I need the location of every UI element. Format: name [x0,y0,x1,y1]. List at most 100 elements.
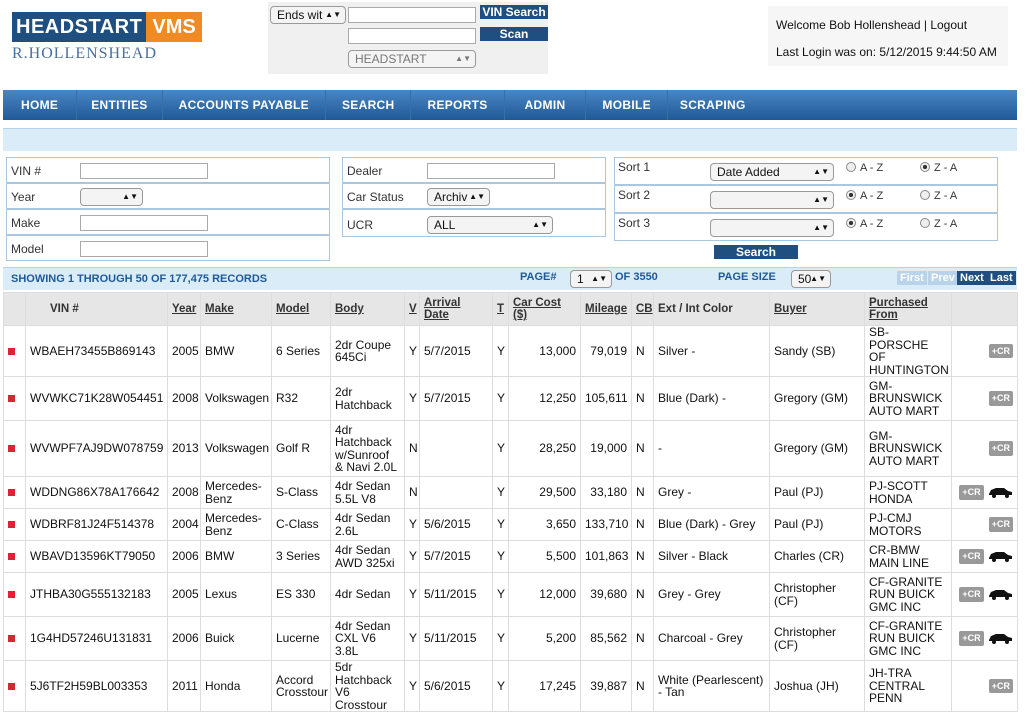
table-row[interactable]: WBAEH73455B869143 2005 BMW 6 Series 2dr Coup… [3,325,1018,377]
pdf-icon[interactable] [8,591,15,599]
table-row[interactable]: WDDNG86X78A176642 2008 Mercedes-Benz S-Clas… [3,476,1018,509]
col-v[interactable]: V [404,292,420,326]
dealer-input[interactable] [427,163,555,179]
pdf-icon[interactable] [8,445,15,453]
car-cost-cell: 5,200 [508,616,581,661]
table-row[interactable]: WVWPF7AJ9DW078759 2013 Volkswagen Golf R 4dr… [3,420,1018,477]
car-icon[interactable] [987,588,1013,601]
year-select[interactable]: ▲▼ [80,188,143,206]
car-status-select[interactable]: Archiv ▲▼ [427,188,490,206]
nav-admin[interactable]: ADMIN [505,90,587,120]
col-body[interactable]: Body [330,292,405,326]
sort1-select[interactable]: Date Added ▲▼ [710,163,834,181]
table-row[interactable]: WBAVD13596KT79050 2006 BMW 3 Series 4dr Seda… [3,540,1018,573]
pdf-icon[interactable] [8,521,15,529]
actions-cell: +CR [951,325,1018,377]
year-filter-row [6,183,330,209]
table-row[interactable]: WDBRF81J24F514378 2004 Mercedes-Benz C-Clas… [3,508,1018,541]
prev-page-button[interactable]: Prev [928,271,958,285]
purchased-from-cell: JH-TRA CENTRAL PENN [864,660,952,712]
vin-cell: WDDNG86X78A176642 [25,476,168,509]
scan-button[interactable]: Scan [480,27,548,41]
purchased-from-cell: CF-GRANITE RUN BUICK GMC INC [864,616,952,661]
body-cell: 4dr Sedan 5.5L V8 [330,476,405,509]
add-cr-button[interactable]: +CR [988,517,1013,532]
col-purchased-from[interactable]: Purchased From [864,292,952,326]
vin-cell: 5J6TF2H59BL003353 [25,660,168,712]
col-model[interactable]: Model [271,292,331,326]
add-cr-button[interactable]: +CR [988,343,1013,359]
model-cell: R32 [271,376,331,421]
add-cr-button[interactable]: +CR [959,587,984,602]
car-icon[interactable] [987,632,1013,645]
pdf-icon[interactable] [8,635,15,643]
nav-home[interactable]: HOME [3,90,78,120]
search-button[interactable]: Search [714,245,798,259]
records-count: SHOWING 1 THROUGH 50 OF 177,475 RECORDS [11,273,268,285]
app-logo: HEADSTART VMS [12,12,202,42]
next-page-button[interactable]: Next [957,271,987,285]
col-arrival-date[interactable]: Arrival Date [419,292,493,326]
search-mode-select[interactable]: Ends wit ▲▼ [270,6,346,24]
sort3-select[interactable]: ▲▼ [710,219,834,237]
vin-input[interactable] [80,163,208,179]
table-row[interactable]: WVWKC71K28W054451 2008 Volkswagen R32 2dr Ha… [3,376,1018,421]
car-icon[interactable] [987,486,1013,499]
add-cr-button[interactable]: +CR [988,441,1013,456]
sort2-select[interactable]: ▲▼ [710,191,834,209]
nav-search[interactable]: SEARCH [326,90,412,120]
dealer-label: Dealer [347,164,383,178]
body-cell: 4dr Sedan 2.6L [330,508,405,541]
nav-accounts-payable[interactable]: ACCOUNTS PAYABLE [163,90,326,120]
page-size-select[interactable]: 50 ▲▼ [791,270,831,288]
pdf-icon[interactable] [8,553,15,561]
col-make[interactable]: Make [200,292,272,326]
nav-reports[interactable]: REPORTS [411,90,505,120]
sort3-desc-radio[interactable]: Z - A [920,218,957,230]
sort3-asc-radio[interactable]: A - Z [846,218,883,230]
table-row[interactable]: 1G4HD57246U131831 2006 Buick Lucerne 4dr Sed… [3,616,1018,661]
page-select[interactable]: 1 ▲▼ [570,270,612,288]
col-year[interactable]: Year [167,292,201,326]
dealer-select[interactable]: HEADSTART ▲▼ [348,50,476,68]
model-input[interactable] [80,241,208,257]
make-input[interactable] [80,215,208,231]
cb-cell: N [631,376,654,421]
table-row[interactable]: JTHBA30G555132183 2005 Lexus ES 330 4dr Seda… [3,572,1018,617]
scan-input[interactable] [348,28,476,44]
buyer-cell: Sandy (SB) [769,325,865,377]
col-car-cost[interactable]: Car Cost ($) [508,292,581,326]
car-icon[interactable] [987,550,1013,563]
page-size-label: PAGE SIZE [718,271,776,283]
sort2-desc-radio[interactable]: Z - A [920,190,957,202]
vin-search-input[interactable] [348,7,476,23]
col-vin[interactable]: VIN # [25,292,168,326]
pdf-icon[interactable] [8,682,15,690]
first-page-button[interactable]: First [897,271,927,285]
ucr-select[interactable]: ALL ▲▼ [427,216,553,234]
sort1-asc-radio[interactable]: A - Z [846,162,883,174]
col-cb[interactable]: CB [631,292,654,326]
nav-mobile[interactable]: MOBILE [586,90,668,120]
col-mileage[interactable]: Mileage [580,292,632,326]
add-cr-button[interactable]: +CR [988,678,1013,694]
sort2-asc-radio[interactable]: A - Z [846,190,883,202]
pdf-icon[interactable] [8,395,15,403]
add-cr-button[interactable]: +CR [959,631,984,646]
pdf-icon[interactable] [8,347,15,355]
arrival-date-cell: 5/7/2015 [419,325,493,377]
add-cr-button[interactable]: +CR [959,485,984,500]
table-row[interactable]: 5J6TF2H59BL003353 2011 Honda Accord Crossto… [3,660,1018,712]
col-buyer[interactable]: Buyer [769,292,865,326]
nav-entities[interactable]: ENTITIES [77,90,163,120]
add-cr-button[interactable]: +CR [988,391,1013,406]
body-cell: 2dr Coupe 645Ci [330,325,405,377]
logout-link[interactable]: Logout [930,18,967,32]
sort1-desc-radio[interactable]: Z - A [920,162,957,174]
pdf-icon[interactable] [8,489,15,497]
add-cr-button[interactable]: +CR [959,549,984,564]
col-t[interactable]: T [492,292,509,326]
last-page-button[interactable]: Last [987,271,1016,285]
nav-scraping[interactable]: SCRAPING [668,90,758,120]
vin-search-button[interactable]: VIN Search [480,5,548,19]
